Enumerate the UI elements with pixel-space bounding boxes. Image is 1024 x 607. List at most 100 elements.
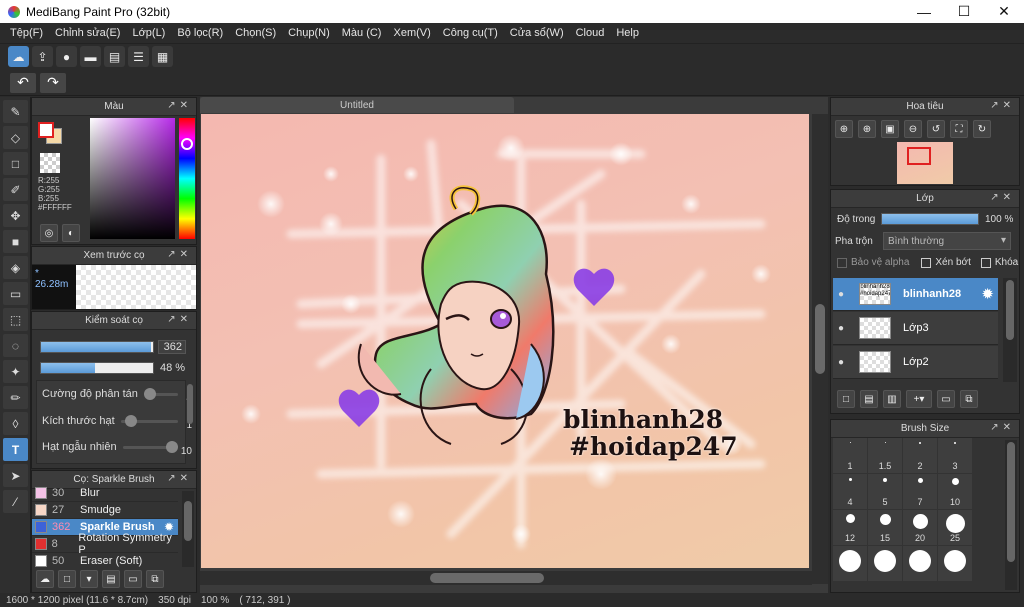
blend-mode-select[interactable]: Bình thường ▾ [883,232,1011,250]
undo-button[interactable]: ↶ [10,72,36,93]
redo-button[interactable]: ↷ [40,72,66,93]
brush-size-option[interactable]: 4 [833,474,867,509]
close-button[interactable]: ✕ [984,0,1024,23]
new-1bit-layer-icon[interactable]: ▥ [883,390,901,408]
vertical-scroll-thumb[interactable] [815,304,825,374]
zoom-out-icon[interactable]: ⊖ [904,120,922,138]
layer-scrollbar[interactable] [1003,278,1017,382]
page-icon[interactable]: ▤ [104,46,125,67]
canvas-horizontal-scrollbar[interactable] [200,571,812,585]
visibility-icon[interactable]: ● [833,323,849,334]
brush-size-option[interactable] [833,546,867,581]
brush-size-option[interactable]: 1.5 [868,438,902,473]
layer-item-selected[interactable]: ● blinhanh28 #hoidap247 blinhanh28 ✹ [833,278,998,311]
brush-size-option[interactable]: 10 [938,474,972,509]
minimize-button[interactable]: — [904,0,944,23]
zoom-in-icon[interactable]: ⊕ [835,120,853,138]
select-pen-icon[interactable]: ✏ [3,386,28,409]
brush-item[interactable]: 50 Eraser (Soft) [32,553,178,567]
add-layer-menu-icon[interactable]: +▾ [906,390,932,408]
menu-filter[interactable]: Bộ lọc(R) [171,27,229,39]
new-halftone-layer-icon[interactable]: ▤ [860,390,878,408]
layer-opacity-bar[interactable] [881,213,979,225]
visibility-icon[interactable]: ● [833,289,849,300]
brush-size-bar[interactable] [40,341,154,353]
operation-tool-icon[interactable]: ➤ [3,464,28,487]
menu-help[interactable]: Help [610,27,645,39]
color-wheel-icon[interactable]: ◎ [40,224,58,242]
navigator-thumbnail[interactable] [897,142,953,184]
document-tab[interactable]: Untitled [200,97,514,113]
duplicate-layer-icon[interactable]: ⧉ [960,390,978,408]
saturation-value-picker[interactable] [90,118,175,239]
random-particle-slider[interactable]: Hạt ngẫu nhiên 10 [42,439,192,457]
menu-snap[interactable]: Chụp(N) [282,27,336,39]
brush-settings-icon[interactable]: ▤ [102,570,120,588]
brush-size-option[interactable]: 20 [903,510,937,545]
particle-size-slider[interactable]: Kích thước hạt 1 [42,413,192,431]
navigator-viewport[interactable] [907,147,931,165]
layer-folder-icon[interactable]: ▭ [937,390,955,408]
hue-slider[interactable] [179,118,195,239]
brush-size-option[interactable]: 2 [903,438,937,473]
message-icon[interactable]: ▬ [80,46,101,67]
brush-size-option[interactable]: 7 [903,474,937,509]
brush-size-scrollbar[interactable] [1005,440,1017,590]
brush-size-option[interactable]: 3 [938,438,972,473]
menu-window[interactable]: Cửa sổ(W) [504,27,570,39]
layer-opacity-value[interactable]: 100 % [985,214,1013,225]
lock-checkbox[interactable] [980,257,991,268]
panel-controls[interactable]: ↗✕ [990,100,1015,111]
particle-size-track[interactable]: 1 [120,414,192,431]
color-palette-icon[interactable]: ◐ [62,224,80,242]
menu-view[interactable]: Xem(V) [387,27,436,39]
panel-controls[interactable]: ↗✕ [990,422,1015,433]
blur-tool-icon[interactable]: ✐ [3,178,28,201]
scatter-track[interactable]: 4 [143,387,192,404]
cloud-save-icon[interactable]: ☁ [8,46,29,67]
panel-controls[interactable]: ↗✕ [167,249,192,260]
magic-wand-icon[interactable]: ✦ [3,360,28,383]
panel-controls[interactable]: ↗✕ [990,192,1015,203]
menu-tools[interactable]: Công cụ(T) [437,27,504,39]
select-tool-icon[interactable]: ⬚ [3,308,28,331]
text-tool-icon[interactable]: T [3,438,28,461]
brush-size-option[interactable] [903,546,937,581]
brush-folder-icon[interactable]: ▭ [124,570,142,588]
brush-opacity-value[interactable]: 48 % [160,362,185,374]
horizontal-scroll-thumb[interactable] [430,573,544,583]
grid-icon[interactable]: ▦ [152,46,173,67]
visibility-icon[interactable]: ● [833,357,849,368]
rotate-left-icon[interactable]: ↺ [927,120,945,138]
gear-icon[interactable]: ✹ [981,285,994,303]
dot-tool-icon[interactable]: □ [3,152,28,175]
brush-size-option[interactable]: 1 [833,438,867,473]
brush-tool-icon[interactable]: ✎ [3,100,28,123]
brush-control-scrollbar[interactable] [187,384,193,424]
menu-select[interactable]: Chọn(S) [229,27,282,39]
menu-cloud[interactable]: Cloud [570,27,611,39]
fullscreen-icon[interactable]: ⛶ [950,120,968,138]
menu-color[interactable]: Màu (C) [336,27,388,39]
scatter-slider[interactable]: Cường độ phân tán 4 [42,386,192,404]
canvas-vertical-scrollbar[interactable] [812,114,828,584]
transparent-color-swatch[interactable] [40,153,60,173]
brush-size-option[interactable] [938,546,972,581]
brush-opacity-bar[interactable] [40,362,154,374]
brush-item[interactable]: 8 Rotation Symmetry P [32,532,178,556]
fill-tool-icon[interactable]: ◈ [3,256,28,279]
brush-size-option[interactable]: 12 [833,510,867,545]
protect-alpha-checkbox[interactable] [837,257,847,268]
maximize-button[interactable]: ☐ [944,0,984,23]
share-icon[interactable]: ⇪ [32,46,53,67]
primary-color-swatch[interactable] [38,122,54,138]
layer-item[interactable]: ● Lớp3 [833,312,998,345]
eraser-tool-icon[interactable]: ◇ [3,126,28,149]
drawing-canvas[interactable]: blinhanh28 #hoidap247 [201,114,809,568]
layer-item[interactable]: ● Lớp2 [833,346,998,379]
brush-item[interactable]: 27 Smudge [32,502,178,519]
hue-slider-handle[interactable] [181,138,193,150]
brush-size-option[interactable] [868,546,902,581]
eyedropper-icon[interactable]: ⁄ [3,490,28,513]
lasso-tool-icon[interactable]: ◌ [3,334,28,357]
